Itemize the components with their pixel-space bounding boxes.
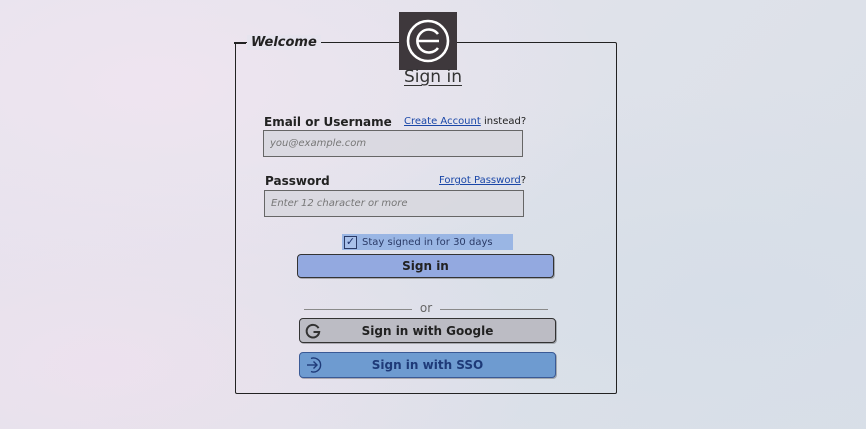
legend-dash bbox=[234, 42, 246, 44]
sign-in-button-label: Sign in bbox=[402, 259, 449, 273]
sign-in-google-button[interactable]: Sign in with Google bbox=[299, 318, 556, 343]
stay-signed-in-checkbox[interactable]: ✓ bbox=[344, 235, 357, 249]
sign-in-button[interactable]: Sign in bbox=[297, 254, 554, 278]
circle-e-logo-icon bbox=[399, 12, 457, 70]
page-title: Sign in bbox=[0, 67, 866, 87]
google-g-icon bbox=[304, 322, 322, 340]
divider-line-left bbox=[304, 309, 412, 310]
divider-line-right bbox=[440, 309, 548, 310]
email-label: Email or Username bbox=[264, 115, 392, 129]
create-account-link[interactable]: Create Account bbox=[404, 116, 481, 127]
forgot-password-suffix: ? bbox=[520, 175, 527, 186]
email-field[interactable] bbox=[263, 130, 523, 157]
page-title-text: Sign in bbox=[404, 67, 462, 87]
create-account-suffix: instead? bbox=[480, 116, 527, 127]
sign-in-sso-button[interactable]: Sign in with SSO bbox=[299, 352, 556, 378]
sign-in-sso-label: Sign in with SSO bbox=[371, 358, 484, 372]
password-field[interactable] bbox=[264, 190, 524, 217]
stay-signed-in-label: Stay signed in for 30 days bbox=[362, 236, 493, 248]
sign-in-google-label: Sign in with Google bbox=[361, 323, 494, 338]
divider-or: or bbox=[419, 301, 433, 315]
forgot-password-link[interactable]: Forgot Password bbox=[439, 175, 521, 186]
create-account-hint: Create Account instead? bbox=[404, 116, 526, 127]
fieldset-legend: Welcome bbox=[247, 35, 321, 50]
checkmark-icon: ✓ bbox=[345, 235, 356, 248]
stay-signed-in-toggle[interactable]: ✓ Stay signed in for 30 days bbox=[342, 234, 513, 250]
password-label: Password bbox=[265, 174, 330, 188]
forgot-password-hint: Forgot Password? bbox=[439, 175, 526, 186]
arrow-in-circle-icon bbox=[304, 355, 324, 375]
